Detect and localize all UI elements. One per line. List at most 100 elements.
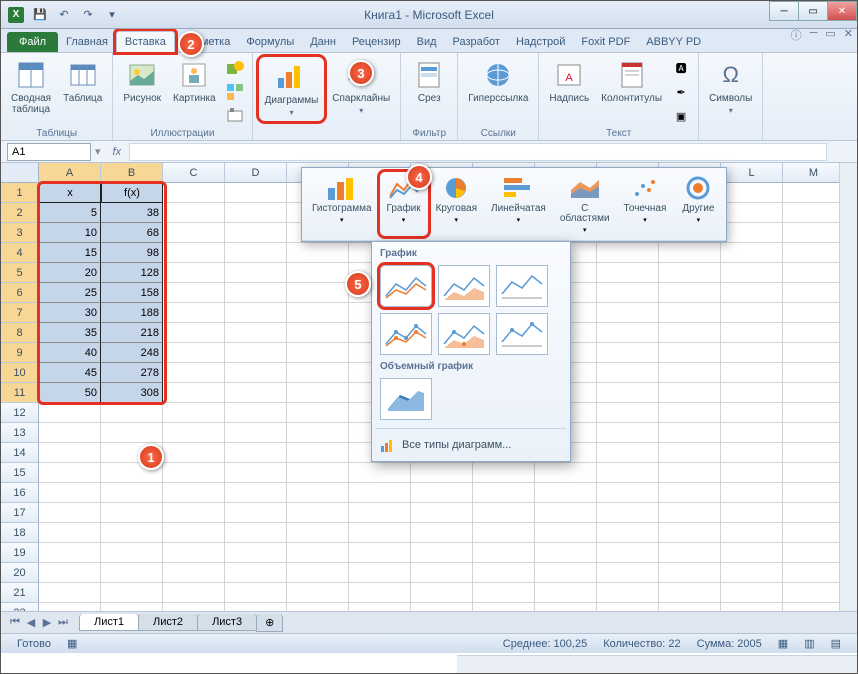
tab-insert[interactable]: Вставка bbox=[116, 31, 175, 52]
select-all-corner[interactable] bbox=[1, 163, 39, 183]
cell[interactable] bbox=[411, 503, 473, 523]
cell[interactable] bbox=[597, 443, 659, 463]
row-header[interactable]: 12 bbox=[1, 403, 39, 423]
redo-button[interactable]: ↷ bbox=[77, 4, 99, 26]
tab-data[interactable]: Данн bbox=[302, 32, 344, 52]
cell[interactable] bbox=[721, 183, 783, 203]
cell[interactable] bbox=[659, 563, 721, 583]
cell[interactable] bbox=[287, 503, 349, 523]
cell[interactable] bbox=[783, 283, 845, 303]
cell[interactable] bbox=[349, 583, 411, 603]
cell[interactable] bbox=[163, 603, 225, 611]
cell[interactable] bbox=[783, 383, 845, 403]
cell[interactable] bbox=[473, 463, 535, 483]
line-variant-6[interactable] bbox=[496, 313, 548, 355]
cell[interactable] bbox=[101, 583, 163, 603]
cell[interactable] bbox=[287, 423, 349, 443]
cell[interactable] bbox=[411, 483, 473, 503]
tab-formulas[interactable]: Формулы bbox=[238, 32, 302, 52]
undo-button[interactable]: ↶ bbox=[53, 4, 75, 26]
cell[interactable] bbox=[349, 563, 411, 583]
cell[interactable] bbox=[349, 523, 411, 543]
cell[interactable] bbox=[349, 503, 411, 523]
cell[interactable] bbox=[163, 583, 225, 603]
shapes-icon[interactable] bbox=[224, 57, 246, 79]
cell[interactable] bbox=[659, 283, 721, 303]
cell[interactable] bbox=[659, 263, 721, 283]
sheet-nav-prev[interactable]: ◀ bbox=[23, 616, 39, 629]
cell[interactable] bbox=[721, 343, 783, 363]
cell[interactable] bbox=[597, 603, 659, 611]
row-header[interactable]: 2 bbox=[1, 203, 39, 223]
cell[interactable] bbox=[101, 563, 163, 583]
new-sheet-button[interactable]: ⊕ bbox=[256, 614, 283, 632]
cell[interactable] bbox=[473, 543, 535, 563]
table-button[interactable]: Таблица bbox=[59, 57, 106, 106]
cell[interactable] bbox=[535, 563, 597, 583]
cell[interactable] bbox=[659, 403, 721, 423]
cell[interactable] bbox=[721, 283, 783, 303]
charts-button[interactable]: Диаграммы ▾ bbox=[259, 57, 325, 121]
cell[interactable] bbox=[225, 303, 287, 323]
histogram-button[interactable]: Гистограмма▾ bbox=[306, 172, 378, 236]
cell[interactable] bbox=[225, 603, 287, 611]
cell[interactable] bbox=[163, 483, 225, 503]
cell[interactable] bbox=[225, 283, 287, 303]
cell[interactable] bbox=[39, 543, 101, 563]
row-header[interactable]: 18 bbox=[1, 523, 39, 543]
cell[interactable] bbox=[783, 263, 845, 283]
cell[interactable] bbox=[535, 483, 597, 503]
cell[interactable] bbox=[225, 463, 287, 483]
header-footer-button[interactable]: Колонтитулы bbox=[597, 57, 666, 106]
cell[interactable] bbox=[721, 563, 783, 583]
cell[interactable] bbox=[39, 503, 101, 523]
cell[interactable] bbox=[783, 363, 845, 383]
cell[interactable]: 188 bbox=[101, 303, 163, 323]
cell[interactable] bbox=[659, 523, 721, 543]
row-header[interactable]: 22 bbox=[1, 603, 39, 611]
cell[interactable] bbox=[287, 603, 349, 611]
cell[interactable] bbox=[597, 483, 659, 503]
col-header[interactable]: C bbox=[163, 163, 225, 183]
cell[interactable] bbox=[721, 543, 783, 563]
cell[interactable] bbox=[39, 403, 101, 423]
cell[interactable] bbox=[163, 523, 225, 543]
cell[interactable] bbox=[473, 603, 535, 611]
close-button[interactable]: ✕ bbox=[827, 1, 857, 21]
cell[interactable] bbox=[163, 243, 225, 263]
smartart-icon[interactable] bbox=[224, 81, 246, 103]
line-variant-4[interactable] bbox=[380, 313, 432, 355]
row-header[interactable]: 16 bbox=[1, 483, 39, 503]
cell[interactable] bbox=[721, 463, 783, 483]
cell[interactable]: 278 bbox=[101, 363, 163, 383]
cell[interactable] bbox=[721, 263, 783, 283]
hyperlink-button[interactable]: Гиперссылка bbox=[464, 57, 532, 106]
row-header[interactable]: 15 bbox=[1, 463, 39, 483]
cell[interactable] bbox=[287, 383, 349, 403]
cell[interactable] bbox=[535, 583, 597, 603]
cell[interactable] bbox=[783, 243, 845, 263]
cell[interactable] bbox=[163, 563, 225, 583]
cell[interactable] bbox=[39, 583, 101, 603]
cell[interactable] bbox=[783, 603, 845, 611]
cell[interactable] bbox=[721, 603, 783, 611]
cell[interactable] bbox=[163, 283, 225, 303]
cell[interactable] bbox=[163, 203, 225, 223]
cell[interactable] bbox=[597, 583, 659, 603]
cell[interactable]: 10 bbox=[39, 223, 101, 243]
cell[interactable] bbox=[783, 583, 845, 603]
cell[interactable] bbox=[783, 403, 845, 423]
cell[interactable]: 38 bbox=[101, 203, 163, 223]
cell[interactable] bbox=[659, 463, 721, 483]
cell[interactable] bbox=[225, 543, 287, 563]
object-icon[interactable]: ▣ bbox=[670, 105, 692, 127]
row-header[interactable]: 8 bbox=[1, 323, 39, 343]
cell[interactable] bbox=[163, 443, 225, 463]
cell[interactable] bbox=[783, 323, 845, 343]
tab-view[interactable]: Вид bbox=[409, 32, 445, 52]
cell[interactable] bbox=[163, 423, 225, 443]
cell[interactable] bbox=[721, 303, 783, 323]
cell[interactable] bbox=[411, 543, 473, 563]
cell[interactable] bbox=[287, 583, 349, 603]
cell[interactable] bbox=[473, 563, 535, 583]
